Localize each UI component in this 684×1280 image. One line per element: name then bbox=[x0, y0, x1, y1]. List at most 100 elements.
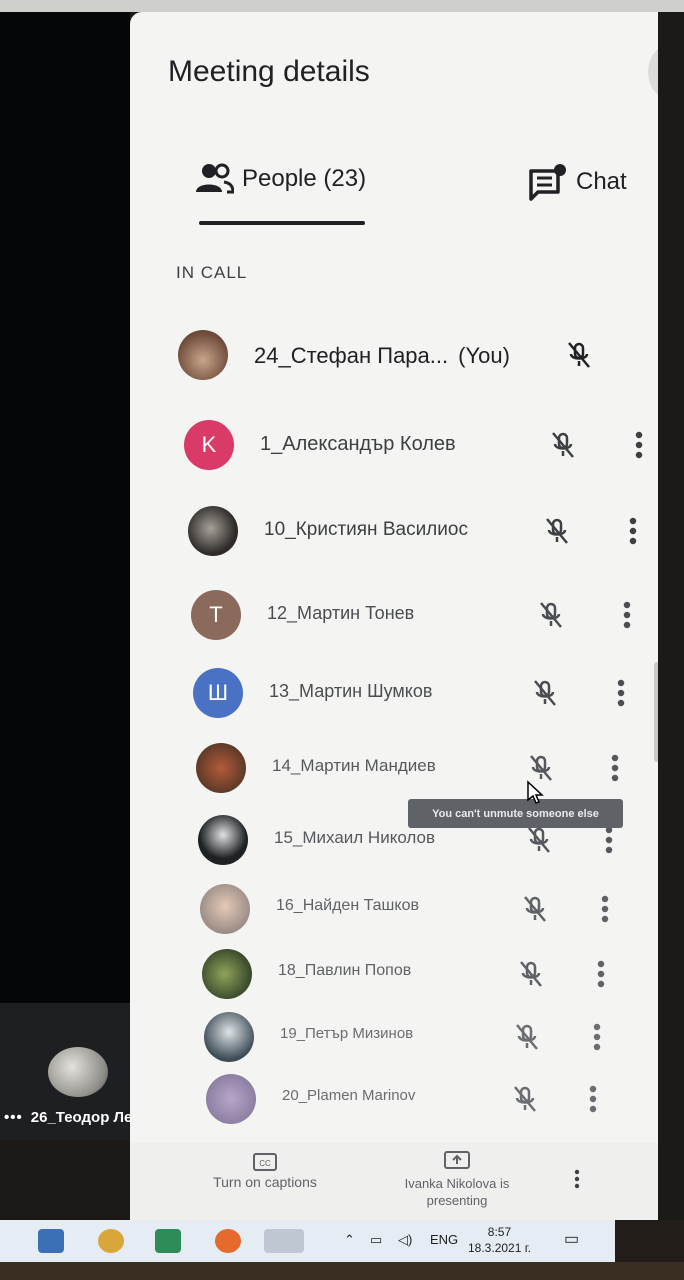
avatar bbox=[188, 506, 238, 556]
mic-off-icon[interactable] bbox=[516, 959, 546, 989]
participant-name: 12_Мартин Тонев bbox=[267, 603, 414, 624]
tile-name: 26_Теодор Ле... bbox=[30, 1109, 145, 1126]
chat-icon bbox=[529, 164, 566, 201]
mic-off-icon[interactable] bbox=[520, 894, 550, 924]
participant-row[interactable]: K 1_Александър Колев bbox=[184, 420, 658, 470]
language-indicator[interactable]: ENG bbox=[430, 1232, 458, 1247]
window-top-edge bbox=[0, 0, 684, 12]
mic-off-icon[interactable] bbox=[526, 753, 556, 783]
volume-icon[interactable]: ◁) bbox=[398, 1232, 412, 1248]
participant-row[interactable]: Ш 13_Мартин Шумков bbox=[193, 668, 658, 718]
participant-name-text: 13_Мартин Шумков bbox=[269, 681, 433, 701]
show-hidden-icons-icon[interactable]: ⌃ bbox=[344, 1232, 355, 1248]
windows-taskbar: ⌃ ▭ ◁) ENG 8:57 18.3.2021 г. ▭ bbox=[0, 1220, 615, 1262]
section-label-in-call: IN CALL bbox=[176, 263, 248, 282]
participant-name-text: 20_Plamen Marinov bbox=[282, 1087, 416, 1104]
present-screen-icon bbox=[444, 1151, 470, 1169]
avatar: Ш bbox=[193, 668, 243, 718]
more-options-icon[interactable] bbox=[582, 1022, 612, 1052]
captions-icon: CC bbox=[253, 1153, 277, 1171]
participant-name-text: 19_Петър Мизинов bbox=[280, 1025, 414, 1042]
monitor-bezel-bottom bbox=[0, 1262, 684, 1280]
participant-row[interactable]: 24_Стефан Пара... (You) bbox=[178, 330, 658, 380]
avatar bbox=[204, 1012, 254, 1062]
excel-taskbar-icon[interactable] bbox=[155, 1229, 181, 1253]
clock-date: 18.3.2021 г. bbox=[468, 1241, 531, 1255]
you-label: (You) bbox=[458, 343, 510, 368]
avatar bbox=[198, 815, 248, 865]
close-button[interactable]: × bbox=[648, 40, 658, 104]
participant-row[interactable]: T 12_Мартин Тонев bbox=[191, 590, 658, 640]
clock-time: 8:57 bbox=[487, 1225, 512, 1239]
meeting-details-panel: Meeting details × People (23) Chat IN CA… bbox=[130, 12, 658, 1220]
participant-name-text: 18_Павлин Попов bbox=[278, 962, 412, 979]
more-options-icon[interactable] bbox=[600, 753, 630, 783]
participant-name-text: 10_Кристиян Василиос bbox=[264, 519, 468, 540]
video-area bbox=[0, 12, 130, 1140]
panel-title: Meeting details bbox=[168, 55, 370, 88]
captions-label: Turn on captions bbox=[213, 1174, 317, 1190]
tile-more-dots[interactable]: ••• bbox=[4, 1109, 23, 1126]
more-options-icon[interactable] bbox=[624, 430, 654, 460]
participant-name: 15_Михаил Николов bbox=[274, 828, 435, 848]
mic-off-icon[interactable] bbox=[510, 1084, 540, 1114]
more-options-icon[interactable] bbox=[586, 959, 616, 989]
participant-name: 18_Павлин Попов bbox=[278, 962, 411, 980]
tab-chat[interactable]: Chat bbox=[528, 162, 627, 202]
network-icon[interactable]: ▭ bbox=[370, 1232, 382, 1248]
chrome-active-taskbar-icon[interactable] bbox=[264, 1229, 304, 1253]
participant-row[interactable]: 16_Найден Ташков bbox=[200, 884, 658, 934]
bottom-more-icon[interactable] bbox=[573, 1169, 581, 1189]
more-options-icon[interactable] bbox=[594, 825, 624, 855]
participant-name: 19_Петър Мизинов bbox=[280, 1025, 413, 1042]
more-options-icon[interactable] bbox=[612, 600, 642, 630]
participant-row[interactable]: 14_Мартин Мандиев bbox=[196, 743, 658, 793]
captions-button[interactable]: CC Turn on captions bbox=[200, 1153, 330, 1190]
more-options-icon[interactable] bbox=[618, 516, 648, 546]
scrollbar[interactable] bbox=[654, 662, 658, 762]
participant-name-text: 24_Стефан Пара... bbox=[254, 343, 449, 368]
tile-avatar bbox=[48, 1047, 108, 1097]
mic-off-icon[interactable] bbox=[512, 1022, 542, 1052]
more-options-icon[interactable] bbox=[590, 894, 620, 924]
tab-chat-label: Chat bbox=[576, 168, 627, 195]
mic-off-icon[interactable] bbox=[530, 678, 560, 708]
svg-text:CC: CC bbox=[259, 1159, 271, 1168]
participant-name: 24_Стефан Пара... (You) bbox=[254, 343, 510, 369]
participant-name: 14_Мартин Мандиев bbox=[272, 756, 436, 776]
avatar bbox=[196, 743, 246, 793]
participant-row[interactable]: 18_Павлин Попов bbox=[202, 949, 658, 999]
mouse-cursor bbox=[527, 780, 544, 804]
participant-name: 20_Plamen Marinov bbox=[282, 1087, 415, 1104]
participant-name-text: 14_Мартин Мандиев bbox=[272, 756, 436, 775]
taskbar-clock[interactable]: 8:57 18.3.2021 г. bbox=[468, 1224, 531, 1256]
participant-row[interactable]: 10_Кристиян Василиос bbox=[188, 506, 658, 556]
participant-row[interactable]: 19_Петър Мизинов bbox=[204, 1012, 658, 1062]
chrome-taskbar-icon[interactable] bbox=[98, 1229, 124, 1253]
mic-off-icon[interactable] bbox=[564, 340, 594, 370]
panel-bottom-bar: CC Turn on captions Ivanka Nikolova is p… bbox=[130, 1143, 658, 1220]
mic-off-icon[interactable] bbox=[524, 825, 554, 855]
presenting-indicator[interactable]: Ivanka Nikolova is presenting bbox=[392, 1151, 522, 1209]
avatar: T bbox=[191, 590, 241, 640]
people-icon bbox=[196, 163, 234, 194]
notifications-icon[interactable]: ▭ bbox=[564, 1229, 579, 1249]
visual-studio-taskbar-icon[interactable] bbox=[38, 1229, 64, 1253]
participant-name-text: 16_Найден Ташков bbox=[276, 897, 419, 914]
tab-people[interactable]: People (23) bbox=[196, 162, 366, 196]
avatar bbox=[178, 330, 228, 380]
tile-label: ••• 26_Теодор Ле... bbox=[0, 1109, 145, 1126]
mic-off-icon[interactable] bbox=[542, 516, 572, 546]
mic-off-icon[interactable] bbox=[548, 430, 578, 460]
participant-row[interactable]: 20_Plamen Marinov bbox=[206, 1074, 658, 1124]
firefox-taskbar-icon[interactable] bbox=[215, 1229, 241, 1253]
tab-people-label: People (23) bbox=[242, 165, 367, 192]
more-options-icon[interactable] bbox=[578, 1084, 608, 1114]
active-tab-indicator bbox=[199, 221, 365, 225]
more-options-icon[interactable] bbox=[606, 678, 636, 708]
avatar bbox=[200, 884, 250, 934]
participant-name: 16_Найден Ташков bbox=[276, 897, 419, 915]
mic-off-icon[interactable] bbox=[536, 600, 566, 630]
participant-name-text: 12_Мартин Тонев bbox=[267, 603, 415, 623]
participant-name-text: 15_Михаил Николов bbox=[274, 828, 436, 847]
